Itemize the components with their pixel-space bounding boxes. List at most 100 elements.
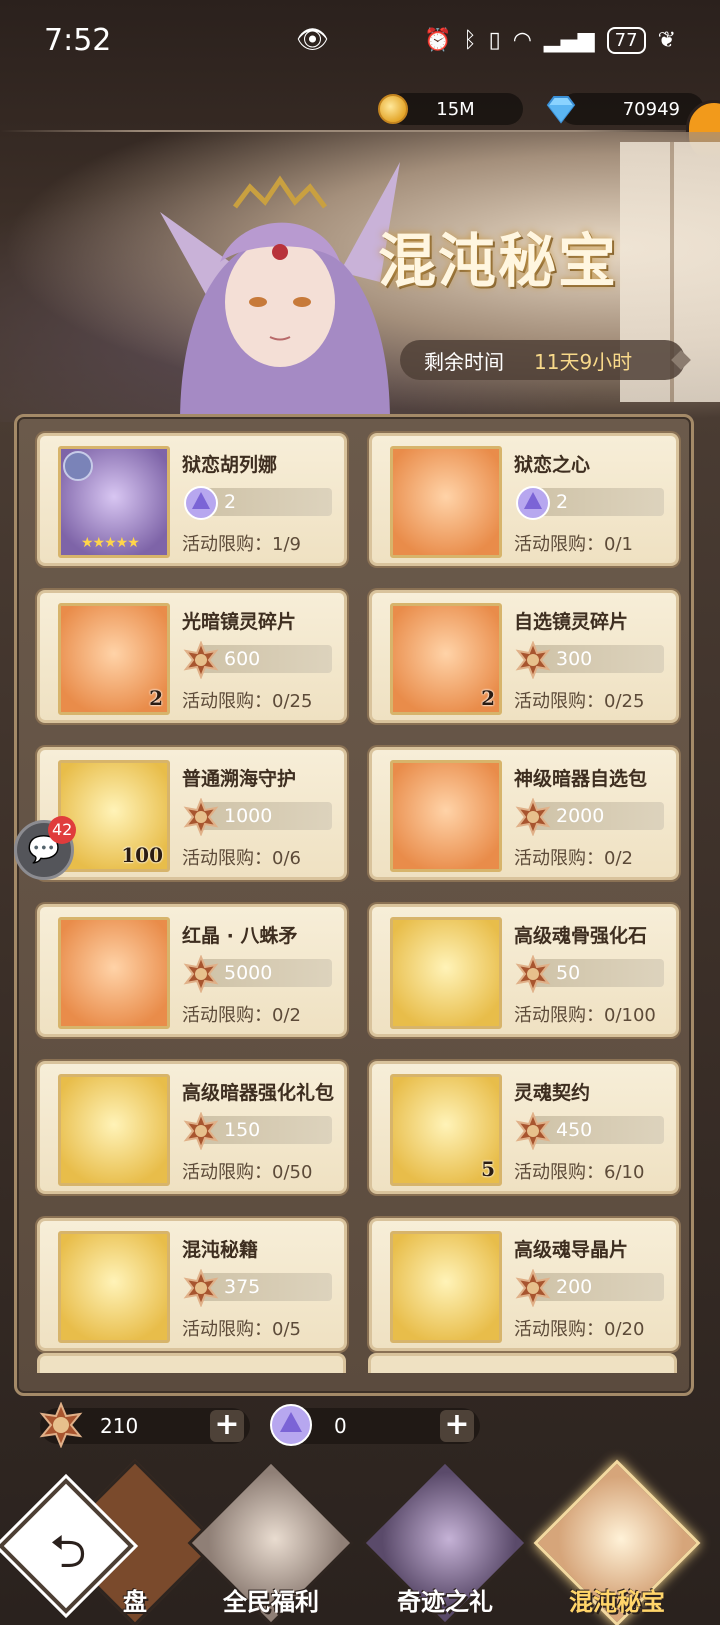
- wifi-icon: ◠: [512, 27, 532, 53]
- purchase-limit: 活动限购：0/100: [514, 1005, 656, 1026]
- bronze-medal-icon: [515, 1112, 551, 1150]
- purchase-limit: 活动限购：6/10: [514, 1162, 645, 1183]
- bronze-medal-icon: [39, 1402, 83, 1448]
- purple-token-icon: [270, 1404, 312, 1446]
- bronze-medal-icon: [183, 1269, 219, 1307]
- next-row-peek: [37, 1353, 677, 1373]
- purchase-limit: 活动限购：0/5: [182, 1319, 301, 1340]
- status-time: 7:52: [44, 22, 112, 58]
- element-type-icon: [63, 451, 93, 481]
- bronze-medal-icon: [183, 641, 219, 679]
- item-image: [58, 917, 170, 1029]
- shop-item-card[interactable]: 高级暗器强化礼包 150 活动限购：0/50: [37, 1061, 347, 1194]
- item-name: 高级魂导晶片: [514, 1239, 629, 1261]
- item-quantity: 100: [121, 843, 163, 867]
- gold-balance[interactable]: 15M: [378, 93, 523, 125]
- add-bronze-medal-button[interactable]: +: [210, 1410, 244, 1442]
- item-image: ★★★★★: [58, 446, 170, 558]
- event-title: 混沌秘宝: [378, 227, 619, 295]
- item-name: 自选镜灵碎片: [514, 611, 629, 633]
- nav-tab-welfare[interactable]: 全民福利: [187, 1459, 355, 1625]
- purchase-limit: 活动限购：0/25: [514, 691, 645, 712]
- purchase-limit: 活动限购：0/2: [514, 848, 633, 869]
- purple-token-icon: [516, 486, 550, 520]
- shop-item-card[interactable]: 2 光暗镜灵碎片 600 活动限购：0/25: [37, 590, 347, 723]
- shop-item-card[interactable]: 5 灵魂契约 450 活动限购：6/10: [369, 1061, 679, 1194]
- status-bar: 7:52 👁 ⏰ ᛒ ▯ ◠ ▂▄▆ 77 ❦: [0, 0, 720, 80]
- item-name: 狱恋胡列娜: [182, 454, 278, 476]
- bronze-medal-icon: [515, 641, 551, 679]
- bronze-medal-icon: [183, 1112, 219, 1150]
- battery-indicator: 77: [606, 26, 646, 54]
- vibrate-icon: ▯: [488, 27, 501, 53]
- star-rating: ★★★★★: [81, 535, 140, 551]
- item-image: [58, 1074, 170, 1186]
- item-name: 红晶 · 八蛛矛: [182, 925, 298, 947]
- shop-grid: ★★★★★ 狱恋胡列娜 2 活动限购：1/9 狱恋之心 2 活动限购：0/1 2 光暗镜灵碎片 6…: [37, 433, 679, 1351]
- leaf-icon: ❦: [657, 27, 676, 53]
- bronze-medal-icon: [515, 955, 551, 993]
- item-quantity: 2: [481, 686, 495, 710]
- item-image: [58, 1231, 170, 1343]
- add-purple-token-button[interactable]: +: [440, 1410, 474, 1442]
- item-name: 狱恋之心: [514, 454, 591, 476]
- eye-icon: 👁: [296, 25, 330, 55]
- diamond-amount: 70949: [622, 98, 680, 120]
- purchase-limit: 活动限购：0/20: [514, 1319, 645, 1340]
- bronze-medal-icon: [515, 798, 551, 836]
- shop-panel[interactable]: ★★★★★ 狱恋胡列娜 2 活动限购：1/9 狱恋之心 2 活动限购：0/1 2 光暗镜灵碎片 6…: [14, 414, 694, 1396]
- item-name: 高级暗器强化礼包: [182, 1082, 335, 1104]
- signal-icon: ▂▄▆: [543, 27, 595, 53]
- item-image: 100: [58, 760, 170, 872]
- purchase-limit: 活动限购：1/9: [182, 534, 301, 555]
- shop-item-card[interactable]: 神级暗器自选包 2000 活动限购：0/2: [369, 747, 679, 880]
- gold-coin-icon: [378, 94, 408, 124]
- nav-tab-chaos-treasure[interactable]: 混沌秘宝: [533, 1459, 701, 1625]
- nav-tab-label: 混沌秘宝: [569, 1587, 665, 1616]
- bronze-medal-amount: 210: [100, 1414, 139, 1438]
- remaining-time: 剩余时间 11天9小时: [400, 340, 685, 380]
- shop-item-card[interactable]: 2 自选镜灵碎片 300 活动限购：0/25: [369, 590, 679, 723]
- alarm-icon: ⏰: [423, 27, 452, 53]
- bronze-medal-icon: [515, 1269, 551, 1307]
- shop-item-card[interactable]: 100 普通溯海守护 1000 活动限购：0/6: [37, 747, 347, 880]
- item-quantity: 5: [481, 1157, 495, 1181]
- item-quantity: 2: [149, 686, 163, 710]
- nav-tab-label: 奇迹之礼: [397, 1587, 493, 1616]
- purple-token-wallet: 0 +: [270, 1404, 480, 1446]
- purchase-limit: 活动限购：0/6: [182, 848, 301, 869]
- timer-label: 剩余时间: [424, 349, 504, 374]
- bottom-nav: 盘 全民福利 奇迹之礼 混沌秘宝 ⮌: [0, 1458, 720, 1625]
- bronze-medal-wallet: 210 +: [39, 1402, 250, 1448]
- purple-token-icon: [184, 486, 218, 520]
- item-name: 混沌秘籍: [182, 1239, 259, 1261]
- gold-amount: 15M: [436, 98, 475, 120]
- purchase-limit: 活动限购：0/50: [182, 1162, 313, 1183]
- item-name: 高级魂骨强化石: [514, 925, 648, 947]
- bronze-medal-icon: [183, 798, 219, 836]
- back-arrow-icon: ⮌: [49, 1524, 87, 1578]
- item-name: 灵魂契约: [514, 1082, 591, 1104]
- shop-item-card[interactable]: ★★★★★ 狱恋胡列娜 2 活动限购：1/9: [37, 433, 347, 566]
- item-image: [390, 446, 502, 558]
- nav-tab-miracle-gift[interactable]: 奇迹之礼: [361, 1459, 529, 1625]
- shop-item-card[interactable]: 狱恋之心 2 活动限购：0/1: [369, 433, 679, 566]
- item-name: 光暗镜灵碎片: [182, 611, 297, 633]
- item-image: 2: [390, 603, 502, 715]
- shop-item-card[interactable]: 高级魂骨强化石 50 活动限购：0/100: [369, 904, 679, 1037]
- diamond-balance[interactable]: 70949: [546, 93, 704, 125]
- purple-token-amount: 0: [334, 1414, 347, 1438]
- bronze-medal-icon: [183, 955, 219, 993]
- shop-item-card[interactable]: 高级魂导晶片 200 活动限购：0/20: [369, 1218, 679, 1351]
- purchase-limit: 活动限购：0/25: [182, 691, 313, 712]
- purchase-limit: 活动限购：0/2: [182, 1005, 301, 1026]
- purchase-limit: 活动限购：0/1: [514, 534, 633, 555]
- diamond-icon: [546, 96, 576, 124]
- item-image: 2: [58, 603, 170, 715]
- bluetooth-icon: ᛒ: [463, 27, 477, 53]
- item-image: [390, 917, 502, 1029]
- status-icons: 👁 ⏰ ᛒ ▯ ◠ ▂▄▆ 77 ❦: [296, 25, 676, 55]
- timer-value: 11天9小时: [534, 349, 633, 374]
- shop-item-card[interactable]: 红晶 · 八蛛矛 5000 活动限购：0/2: [37, 904, 347, 1037]
- shop-item-card[interactable]: 混沌秘籍 375 活动限购：0/5: [37, 1218, 347, 1351]
